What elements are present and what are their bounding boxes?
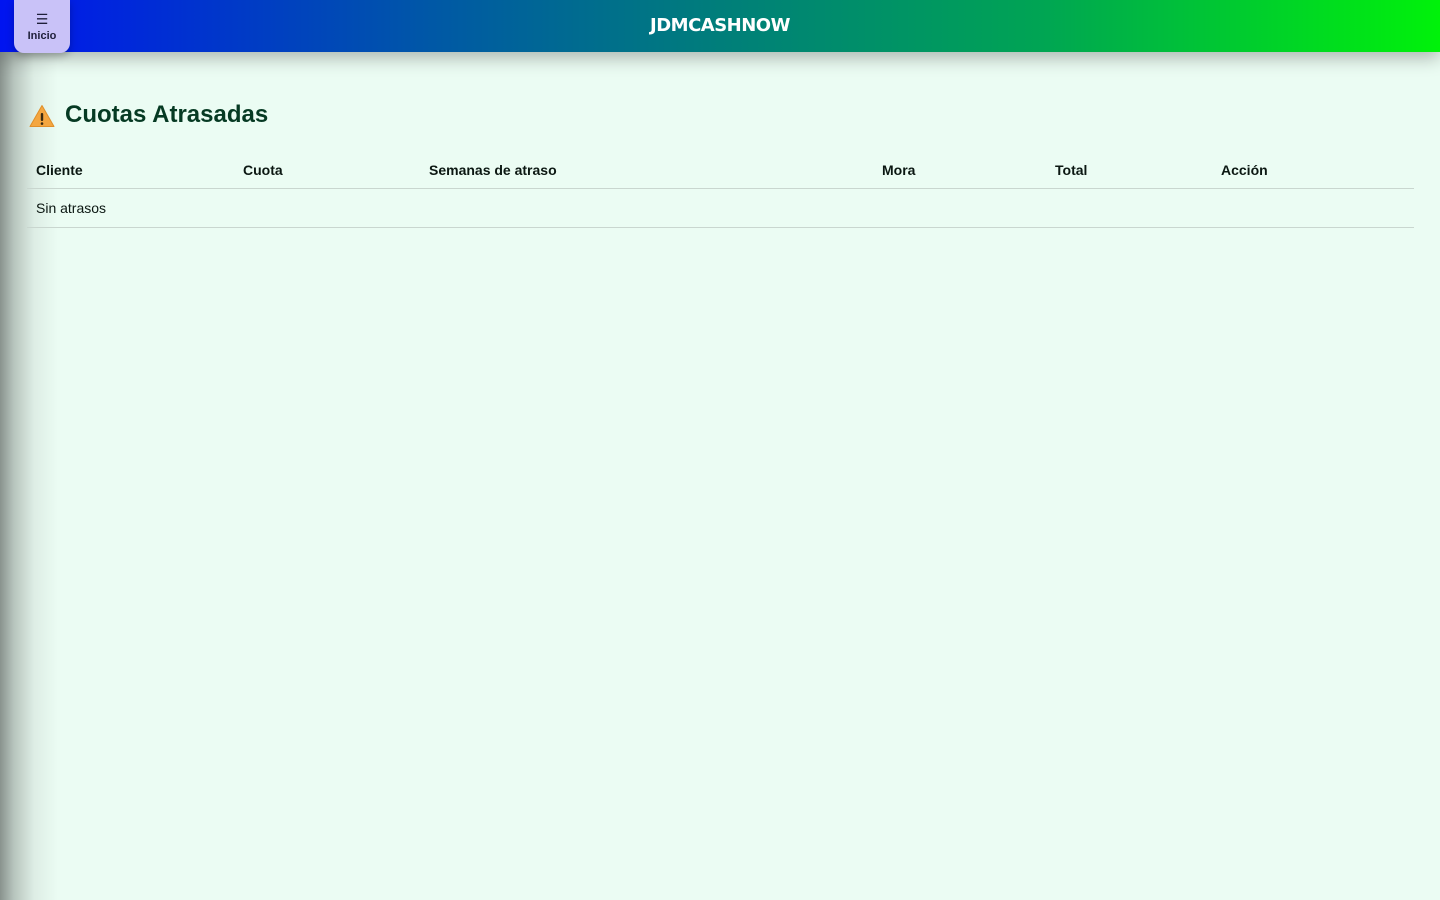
menu-button-label: Inicio xyxy=(27,30,57,42)
column-header-mora: Mora xyxy=(873,152,1046,189)
hamburger-icon: ☰ xyxy=(35,12,49,28)
column-header-semanas-de-atraso: Semanas de atraso xyxy=(420,152,873,189)
warning-icon xyxy=(29,105,55,127)
overdue-installments-table: Cliente Cuota Semanas de atraso Mora Tot… xyxy=(27,152,1414,228)
page-title-text: Cuotas Atrasadas xyxy=(65,101,269,128)
table-row: Sin atrasos xyxy=(27,188,1414,228)
table-header-row: Cliente Cuota Semanas de atraso Mora Tot… xyxy=(27,152,1414,189)
column-header-accion: Acción xyxy=(1212,152,1414,189)
column-header-cuota: Cuota xyxy=(234,152,420,189)
top-app-bar: JDMCASHNOW xyxy=(0,0,1440,52)
column-header-total: Total xyxy=(1046,152,1212,189)
brand-title: JDMCASHNOW xyxy=(650,15,790,36)
column-header-cliente: Cliente xyxy=(27,152,234,189)
menu-button[interactable]: ☰ Inicio xyxy=(14,0,70,53)
page-title: Cuotas Atrasadas xyxy=(29,101,268,129)
empty-table-message: Sin atrasos xyxy=(27,188,1414,228)
